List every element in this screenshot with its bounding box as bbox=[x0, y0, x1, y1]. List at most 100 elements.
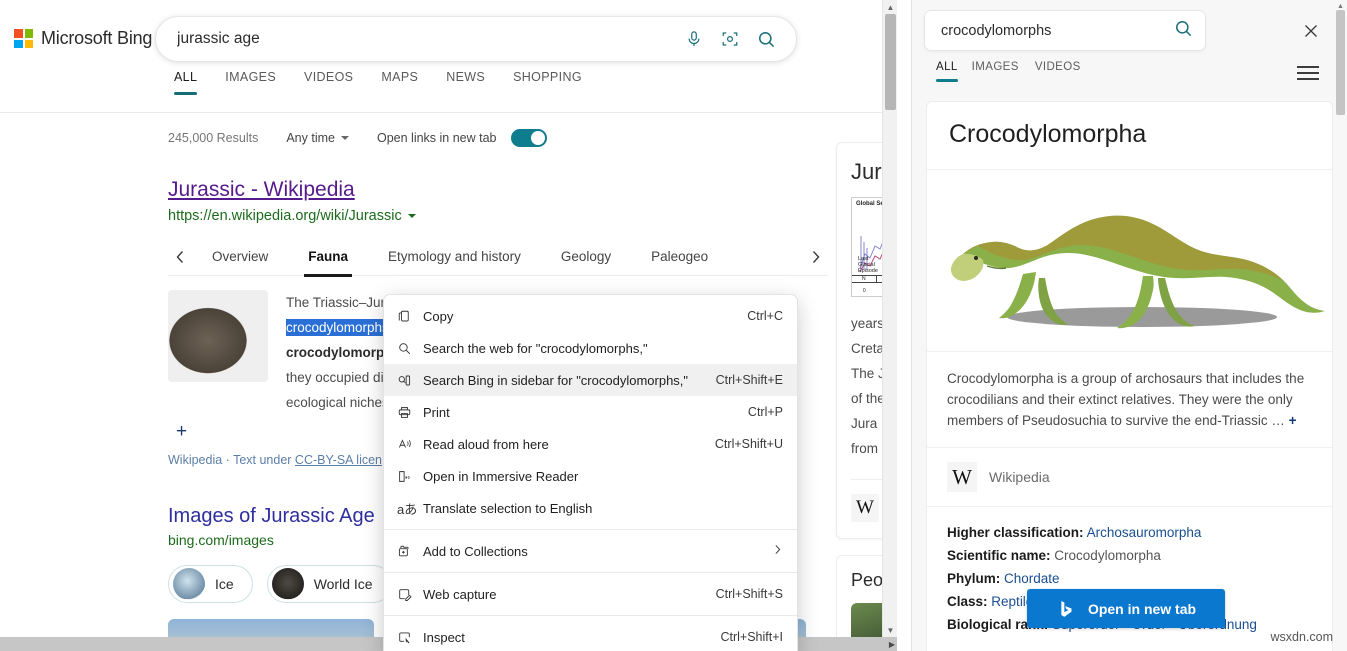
context-menu-shortcut: Ctrl+Shift+I bbox=[720, 630, 783, 644]
hamburger-menu-icon[interactable] bbox=[1297, 66, 1319, 80]
sidebar-tab-all[interactable]: ALL bbox=[936, 61, 972, 82]
result-section-tabs: Overview Fauna Etymology and history Geo… bbox=[168, 238, 828, 277]
scroll-up-arrow-icon[interactable]: ▲ bbox=[883, 0, 897, 14]
context-menu-label: Web capture bbox=[423, 586, 497, 602]
context-menu-label: Open in Immersive Reader bbox=[423, 468, 579, 484]
nav-tab-all[interactable]: ALL bbox=[160, 62, 211, 95]
section-tab-paleogeo[interactable]: Paleogeo bbox=[631, 238, 728, 276]
sidebar-tab-images[interactable]: IMAGES bbox=[972, 61, 1035, 82]
sidebar-tab-videos[interactable]: VIDEOS bbox=[1035, 61, 1097, 82]
context-menu-item-add-to-collections[interactable]: Add to Collections bbox=[384, 535, 797, 567]
result-url: https://en.wikipedia.org/wiki/Jurassic bbox=[168, 208, 828, 224]
context-menu-item-copy[interactable]: Copy Ctrl+C bbox=[384, 300, 797, 332]
sidebar-search-box[interactable] bbox=[924, 10, 1206, 51]
visual-search-icon[interactable] bbox=[721, 30, 739, 48]
section-tab-fauna[interactable]: Fauna bbox=[288, 238, 368, 277]
bing-header: Microsoft Bing jurassic age ALL IMAGES V… bbox=[0, 0, 897, 113]
context-menu-item-search-bing-sidebar[interactable]: Search Bing in sidebar for "crocodylomor… bbox=[384, 364, 797, 396]
context-menu-label: Search the web for "crocodylomorphs," bbox=[423, 340, 648, 356]
entity-source-row[interactable]: W Wikipedia bbox=[927, 447, 1332, 506]
sidebar-close-icon[interactable] bbox=[1300, 20, 1322, 42]
context-menu-item-search-web[interactable]: Search the web for "crocodylomorphs," bbox=[384, 332, 797, 364]
sidebar-search-icon[interactable] bbox=[1174, 19, 1193, 43]
inspect-icon bbox=[397, 630, 423, 645]
image-result-card[interactable] bbox=[168, 619, 374, 637]
chart-legend: Last Glacial Episode bbox=[858, 256, 878, 274]
attribution-license-link[interactable]: CC-BY-SA licen bbox=[295, 453, 382, 467]
axis-tick-0: 0 bbox=[862, 288, 866, 294]
entity-hero-image[interactable] bbox=[927, 169, 1332, 351]
lower-classifications-title: LOWER CLASSIFICATIONS bbox=[927, 644, 1332, 651]
context-menu-label: Inspect bbox=[423, 629, 465, 645]
crocodylomorph-illustration-icon bbox=[950, 215, 1325, 329]
search-icon[interactable] bbox=[757, 30, 776, 49]
image-chip-world-ice[interactable]: World Ice bbox=[266, 565, 392, 604]
fact-key: Phylum: bbox=[947, 571, 1001, 586]
microsoft-bing-logo[interactable]: Microsoft Bing bbox=[14, 28, 152, 49]
search-input[interactable] bbox=[177, 30, 685, 48]
wikipedia-icon: W bbox=[851, 494, 879, 522]
context-menu-divider bbox=[384, 572, 797, 573]
section-tabs-next-icon[interactable] bbox=[804, 249, 828, 265]
chip-thumbnail bbox=[271, 568, 304, 601]
sidebar-scroll-thumb[interactable] bbox=[1336, 10, 1345, 115]
context-menu-item-immersive-reader[interactable]: Open in Immersive Reader bbox=[384, 460, 797, 492]
section-tabs-prev-icon[interactable] bbox=[168, 249, 192, 265]
fact-value[interactable]: Archosauromorpha bbox=[1087, 525, 1202, 540]
context-menu-item-translate[interactable]: aあ Translate selection to English bbox=[384, 492, 797, 524]
fact-key: Scientific name: bbox=[947, 548, 1051, 563]
open-links-setting: Open links in new tab bbox=[377, 129, 547, 147]
time-filter-dropdown[interactable]: Any time bbox=[286, 131, 349, 145]
web-capture-icon bbox=[397, 587, 423, 602]
context-menu-label: Translate selection to English bbox=[423, 500, 593, 516]
context-menu-shortcut: Ctrl+Shift+S bbox=[715, 587, 783, 601]
snippet-selected-text: crocodylomorphs, bbox=[286, 319, 393, 337]
copy-icon bbox=[397, 309, 423, 324]
open-in-new-tab-button[interactable]: Open in new tab bbox=[1027, 589, 1225, 628]
context-menu-label: Copy bbox=[423, 308, 454, 324]
nav-tab-images[interactable]: IMAGES bbox=[211, 62, 290, 95]
fact-value[interactable]: Chordate bbox=[1004, 571, 1060, 586]
main-search-box[interactable] bbox=[155, 16, 797, 62]
header-divider bbox=[0, 112, 897, 113]
entity-description-text: Crocodylomorpha is a group of archosaurs… bbox=[947, 371, 1305, 428]
context-menu-item-inspect[interactable]: Inspect Ctrl+Shift+I bbox=[384, 621, 797, 651]
nav-tab-videos[interactable]: VIDEOS bbox=[290, 62, 367, 95]
context-menu-item-read-aloud[interactable]: Read aloud from here Ctrl+Shift+U bbox=[384, 428, 797, 460]
microphone-icon[interactable] bbox=[685, 30, 703, 48]
open-links-toggle[interactable] bbox=[510, 129, 547, 147]
nav-tab-maps[interactable]: MAPS bbox=[367, 62, 432, 95]
sidebar-search-input[interactable] bbox=[941, 22, 1174, 39]
section-tab-geology[interactable]: Geology bbox=[541, 238, 631, 276]
main-page-vertical-scrollbar[interactable]: ▲ ▼ bbox=[882, 0, 897, 637]
results-meta-bar: 245,000 Results Any time Open links in n… bbox=[168, 126, 828, 150]
context-menu-item-web-capture[interactable]: Web capture Ctrl+Shift+S bbox=[384, 578, 797, 610]
print-icon bbox=[397, 405, 423, 420]
open-links-label: Open links in new tab bbox=[376, 131, 497, 145]
main-scroll-thumb[interactable] bbox=[885, 14, 896, 110]
context-menu-label: Read aloud from here bbox=[423, 436, 549, 452]
bing-nav-tabs: ALL IMAGES VIDEOS MAPS NEWS SHOPPING bbox=[160, 62, 596, 95]
url-chevron-down-icon[interactable] bbox=[407, 214, 416, 219]
section-tab-overview[interactable]: Overview bbox=[192, 238, 288, 276]
context-menu-label: Search Bing in sidebar for "crocodylomor… bbox=[423, 372, 689, 388]
fact-higher-classification: Higher classification: Archosauromorpha bbox=[947, 521, 1312, 544]
context-menu-divider bbox=[384, 615, 797, 616]
chip-thumbnail bbox=[173, 568, 205, 601]
context-menu-item-print[interactable]: Print Ctrl+P bbox=[384, 396, 797, 428]
context-menu[interactable]: Copy Ctrl+C Search the web for "crocodyl… bbox=[383, 294, 798, 651]
sidebar-vertical-scrollbar[interactable]: ▲ bbox=[1334, 0, 1347, 651]
nav-tab-shopping[interactable]: SHOPPING bbox=[499, 62, 596, 95]
expand-description-button[interactable]: + bbox=[1289, 413, 1297, 428]
snippet-thumbnail[interactable] bbox=[168, 290, 268, 383]
nav-tab-news[interactable]: NEWS bbox=[432, 62, 499, 95]
sidebar-header bbox=[912, 0, 1347, 61]
image-chip-ice[interactable]: Ice bbox=[168, 565, 253, 604]
axis-label-n: N bbox=[852, 276, 877, 282]
screenshot-root: Microsoft Bing jurassic age ALL IMAGES V… bbox=[0, 0, 1347, 651]
scroll-down-arrow-icon[interactable]: ▼ bbox=[883, 623, 897, 637]
section-tab-etymology[interactable]: Etymology and history bbox=[368, 238, 541, 276]
search-icon bbox=[397, 341, 423, 356]
result-title-link[interactable]: Jurassic - Wikipedia bbox=[168, 177, 828, 202]
scroll-right-arrow-icon[interactable]: ▶ bbox=[889, 637, 895, 651]
